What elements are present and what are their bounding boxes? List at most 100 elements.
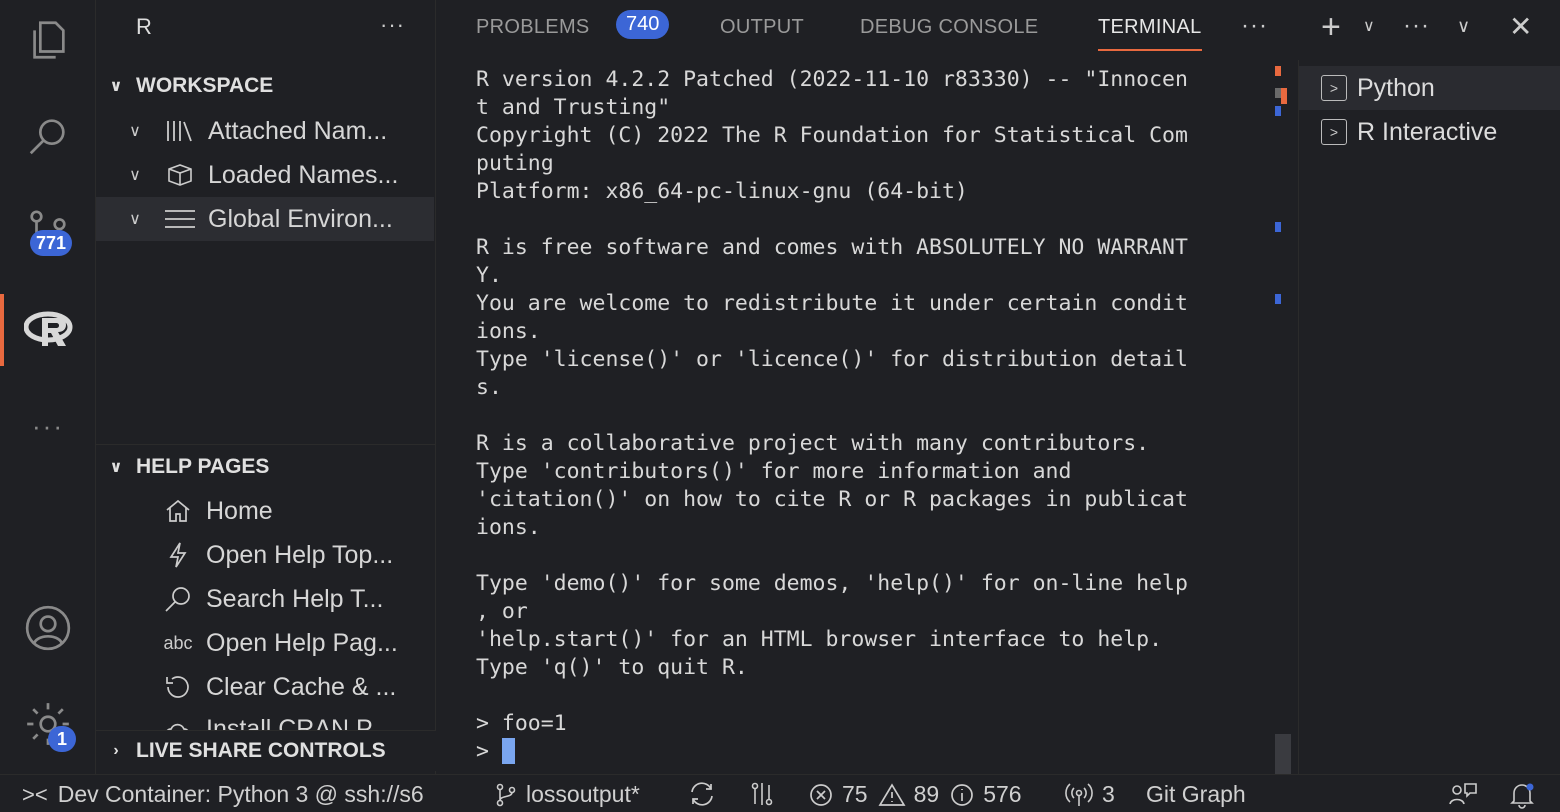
help-item-home[interactable]: Home — [96, 489, 434, 533]
remote-indicator[interactable]: >< Dev Container: Python 3 @ ssh://s6 — [22, 781, 424, 808]
chevron-down-icon[interactable]: ∨ — [1363, 16, 1375, 36]
notifications-bell-icon[interactable] — [1508, 781, 1544, 809]
problems-count-badge: 740 — [616, 10, 670, 39]
broadcast-icon — [1065, 782, 1093, 806]
settings-gear-icon[interactable]: 1 — [0, 688, 96, 760]
search-icon[interactable] — [0, 100, 96, 172]
panel: PROBLEMS 740 OUTPUT DEBUG CONSOLE TERMIN… — [437, 0, 1560, 774]
terminal-scrollbar[interactable] — [1275, 66, 1291, 774]
terminal-line: Copyright (C) 2022 The R Foundation for … — [476, 123, 1188, 148]
terminal-line: R is a collaborative project with many c… — [476, 431, 1150, 456]
chevron-down-icon: ∨ — [129, 123, 141, 140]
r-extension-icon[interactable] — [0, 294, 96, 366]
help-pages-header-label: HELP PAGES — [136, 455, 270, 478]
git-graph-button[interactable]: Git Graph — [1146, 781, 1246, 808]
branch-indicator[interactable]: lossoutput* — [494, 781, 640, 808]
terminal-line: 'citation()' on how to cite R or R packa… — [476, 487, 1188, 512]
tab-terminal[interactable]: TERMINAL — [1098, 16, 1202, 51]
terminal-line: > foo=1 — [476, 711, 567, 736]
terminal-line: puting — [476, 151, 554, 176]
info-icon — [951, 783, 974, 806]
scroll-thumb[interactable] — [1275, 734, 1291, 774]
live-share-section-header[interactable]: › LIVE SHARE CONTROLS — [96, 731, 436, 771]
terminal-tab-python[interactable]: > Python — [1299, 66, 1560, 110]
workspace-item-attached-namespaces[interactable]: ∨ Attached Nam... — [96, 109, 434, 153]
help-item-clear-cache[interactable]: Clear Cache & ... — [96, 665, 434, 709]
explorer-icon[interactable] — [0, 4, 96, 76]
sidebar: R ··· ∨ WORKSPACE ∨ Attached Nam... ∨ Lo… — [96, 0, 436, 774]
terminal-line: Type 'demo()' for some demos, 'help()' f… — [476, 571, 1188, 596]
terminal-tab-r-interactive[interactable]: > R Interactive — [1299, 110, 1560, 154]
workspace-item-label: Global Environ... — [208, 204, 393, 233]
panel-more-tabs-icon[interactable]: ··· — [1241, 12, 1268, 40]
account-icon[interactable] — [0, 592, 96, 664]
lightning-icon — [160, 541, 196, 569]
terminal-prompt: > — [476, 739, 502, 764]
help-pages-section-header[interactable]: ∨ HELP PAGES — [96, 447, 436, 487]
terminal-prompt-line[interactable]: > — [476, 738, 1276, 766]
tab-output[interactable]: OUTPUT — [720, 16, 804, 39]
sync-icon[interactable] — [688, 781, 724, 807]
help-item-search[interactable]: Search Help T... — [96, 577, 434, 621]
home-icon — [160, 498, 196, 524]
workspace-header-label: WORKSPACE — [136, 74, 274, 97]
terminal-icon: > — [1321, 75, 1347, 101]
warning-count: 89 — [913, 781, 940, 807]
terminal-line: Type 'q()' to quit R. — [476, 655, 748, 680]
terminal-cursor — [501, 738, 515, 764]
help-item-open-topic[interactable]: Open Help Top... — [96, 533, 434, 577]
terminal-line: 'help.start()' for an HTML browser inter… — [476, 627, 1163, 652]
terminal-line: ions. — [476, 319, 541, 344]
remote-label: Dev Container: Python 3 @ ssh://s6 — [57, 781, 424, 807]
terminal-line: Type 'contributors()' for more informati… — [476, 459, 1072, 484]
help-item-label: Open Help Pag... — [206, 628, 398, 657]
search-icon — [160, 584, 196, 614]
branch-label: lossoutput* — [526, 781, 640, 807]
git-compare-icon[interactable] — [748, 781, 784, 807]
help-item-label: Open Help Top... — [206, 540, 394, 569]
problems-indicator[interactable]: 75 89 576 — [808, 781, 1022, 808]
terminal-line: Type 'license()' or 'licence()' for dist… — [476, 347, 1188, 372]
tab-problems[interactable]: PROBLEMS — [476, 16, 590, 39]
terminal-line: ions. — [476, 515, 541, 540]
terminal-line: s. — [476, 375, 502, 400]
more-views-icon[interactable]: ··· — [0, 390, 96, 462]
workspace-section-header[interactable]: ∨ WORKSPACE — [96, 66, 436, 106]
terminal-output[interactable]: R version 4.2.2 Patched (2022-11-10 r833… — [476, 66, 1276, 766]
close-panel-icon[interactable]: ✕ — [1509, 10, 1532, 43]
help-item-open-page[interactable]: abc Open Help Pag... — [96, 621, 434, 665]
source-control-icon[interactable]: 771 — [0, 194, 96, 266]
terminal-tabs-list: > Python > R Interactive — [1298, 60, 1560, 774]
scroll-marker — [1281, 88, 1287, 104]
scroll-marker — [1275, 66, 1281, 76]
workspace-item-loaded-namespaces[interactable]: ∨ Loaded Names... — [96, 153, 434, 197]
terminal-more-actions-icon[interactable]: ··· — [1403, 12, 1430, 40]
scroll-marker — [1275, 106, 1281, 116]
live-share-header-label: LIVE SHARE CONTROLS — [136, 739, 386, 762]
terminal-line: R version 4.2.2 Patched (2022-11-10 r833… — [476, 67, 1188, 92]
terminal-line: t and Trusting" — [476, 95, 671, 120]
library-icon — [162, 118, 198, 144]
terminal-line: Platform: x86_64-pc-linux-gnu (64-bit) — [476, 179, 968, 204]
maximize-panel-chevron-icon[interactable]: ∨ — [1457, 16, 1470, 37]
sidebar-more-icon[interactable]: ··· — [380, 12, 405, 38]
chevron-down-icon: ∨ — [129, 167, 141, 184]
status-bar: >< Dev Container: Python 3 @ ssh://s6 lo… — [0, 774, 1560, 812]
workspace-item-global-environment[interactable]: ∨ Global Environ... — [96, 197, 434, 241]
settings-badge: 1 — [48, 726, 77, 752]
feedback-icon[interactable] — [1448, 781, 1486, 807]
terminal-tab-label: R Interactive — [1357, 117, 1498, 146]
terminal-line: You are welcome to redistribute it under… — [476, 291, 1188, 316]
refresh-icon — [160, 673, 196, 701]
package-icon — [162, 162, 198, 188]
git-graph-label: Git Graph — [1146, 781, 1246, 807]
ports-indicator[interactable]: 3 — [1064, 781, 1115, 808]
tab-debug-console[interactable]: DEBUG CONSOLE — [860, 16, 1038, 39]
help-item-label: Home — [206, 496, 273, 525]
terminal-line: Y. — [476, 263, 502, 288]
help-item-install-cran[interactable]: Install CRAN P... — [96, 709, 434, 731]
new-terminal-plus-icon[interactable]: + — [1321, 8, 1341, 47]
help-item-label: Clear Cache & ... — [206, 672, 397, 701]
